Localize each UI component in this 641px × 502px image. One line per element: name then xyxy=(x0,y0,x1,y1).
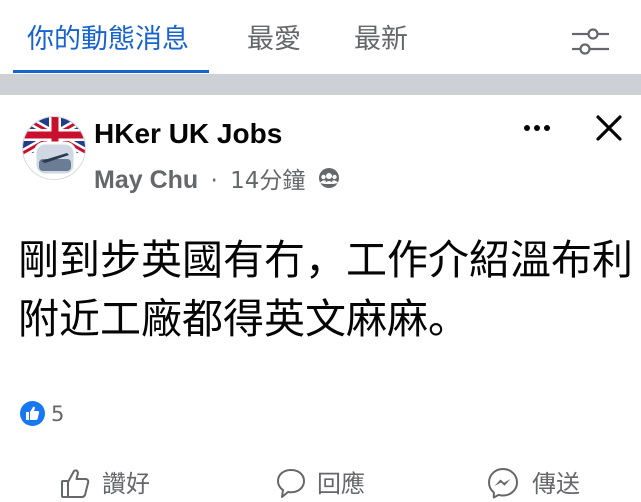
tab-your-feed[interactable]: 你的動態消息 xyxy=(27,22,189,58)
more-horizontal-icon xyxy=(524,125,550,131)
sliders-icon xyxy=(572,28,609,55)
active-tab-indicator xyxy=(13,70,209,73)
tab-recent[interactable]: 最新 xyxy=(354,22,408,58)
close-icon xyxy=(596,115,622,141)
reaction-count[interactable]: 5 xyxy=(51,400,64,428)
post-meta: May Chu · 14分鐘 xyxy=(94,164,341,198)
thumbs-up-icon[interactable] xyxy=(20,401,45,426)
thumbs-up-outline-icon xyxy=(61,469,90,498)
meta-separator: · xyxy=(210,168,218,194)
more-options-button[interactable] xyxy=(520,116,554,140)
section-separator xyxy=(0,74,641,95)
filter-button[interactable] xyxy=(566,22,614,60)
group-avatar[interactable] xyxy=(22,116,86,180)
like-label: 讚好 xyxy=(102,470,150,498)
messenger-icon xyxy=(488,468,518,499)
send-button[interactable]: 傳送 xyxy=(486,466,606,500)
group-audience-icon xyxy=(317,166,341,198)
send-label: 傳送 xyxy=(532,470,580,498)
post-time[interactable]: 14分鐘 xyxy=(230,168,305,194)
post-text: 剛到步英國有冇，工作介紹溫布利附近工廠都得英文麻麻。 xyxy=(18,236,633,343)
comment-button[interactable]: 回應 xyxy=(275,466,395,500)
group-name[interactable]: HKer UK Jobs xyxy=(94,114,282,154)
comment-label: 回應 xyxy=(317,470,365,498)
feed-tab-bar: 你的動態消息 最愛 最新 xyxy=(0,0,641,74)
like-button[interactable]: 讚好 xyxy=(60,466,180,500)
hide-post-button[interactable] xyxy=(592,111,626,145)
author-name[interactable]: May Chu xyxy=(94,166,198,194)
comment-bubble-icon xyxy=(277,469,305,498)
tab-favorites[interactable]: 最愛 xyxy=(247,22,301,58)
